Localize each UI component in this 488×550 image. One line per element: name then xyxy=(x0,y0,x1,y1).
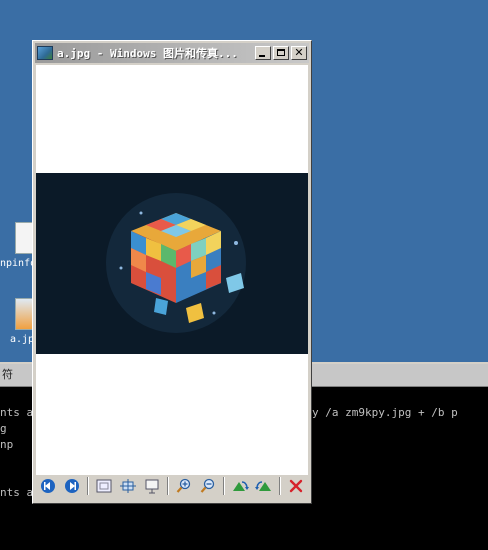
actual-size-icon xyxy=(120,479,136,493)
zoom-in-icon xyxy=(176,478,191,493)
rotate-counterclockwise-button[interactable] xyxy=(253,475,275,497)
photo xyxy=(36,173,308,354)
best-fit-button[interactable] xyxy=(93,475,115,497)
previous-icon xyxy=(41,479,55,493)
console-line: nts a xyxy=(0,486,34,499)
console-line: nts a xyxy=(0,406,34,419)
toolbar-separator xyxy=(87,477,89,495)
next-image-button[interactable] xyxy=(61,475,83,497)
maximize-icon xyxy=(277,49,285,56)
window-title: a.jpg - Windows 图片和传真... xyxy=(57,47,238,60)
image-display-area xyxy=(36,65,308,475)
delete-button[interactable] xyxy=(285,475,307,497)
minimize-button[interactable] xyxy=(255,46,271,60)
zoom-out-button[interactable] xyxy=(197,475,219,497)
close-button[interactable]: ✕ xyxy=(291,46,307,60)
rotate-clockwise-icon xyxy=(233,481,249,491)
maximize-button[interactable] xyxy=(273,46,289,60)
best-fit-icon xyxy=(96,479,112,493)
viewer-toolbar xyxy=(36,473,308,499)
actual-size-button[interactable] xyxy=(117,475,139,497)
toolbar-separator xyxy=(223,477,225,495)
console-line: np xyxy=(0,438,14,451)
rubiks-cube-illustration xyxy=(106,193,246,333)
toolbar-separator xyxy=(167,477,169,495)
desktop-icon-label: npinfo xyxy=(0,258,37,269)
zoom-in-button[interactable] xyxy=(173,475,195,497)
next-icon xyxy=(65,479,79,493)
console-line: y /a zm9kpy.jpg + /b p xyxy=(312,406,458,419)
close-icon: ✕ xyxy=(294,46,304,59)
slideshow-icon xyxy=(145,479,159,494)
rotate-counterclockwise-icon xyxy=(255,481,271,491)
app-icon xyxy=(37,46,53,60)
title-bar[interactable]: a.jpg - Windows 图片和传真... ✕ xyxy=(35,43,309,63)
image-viewer-window[interactable]: a.jpg - Windows 图片和传真... ✕ xyxy=(32,40,312,504)
rotate-clockwise-button[interactable] xyxy=(229,475,251,497)
zoom-out-icon xyxy=(200,478,215,493)
slideshow-button[interactable] xyxy=(141,475,163,497)
delete-icon xyxy=(289,479,303,493)
minimize-icon xyxy=(259,55,265,57)
desktop-icon-label: a.jp xyxy=(10,334,35,345)
previous-image-button[interactable] xyxy=(37,475,59,497)
toolbar-separator xyxy=(279,477,281,495)
console-line: g xyxy=(0,422,7,435)
